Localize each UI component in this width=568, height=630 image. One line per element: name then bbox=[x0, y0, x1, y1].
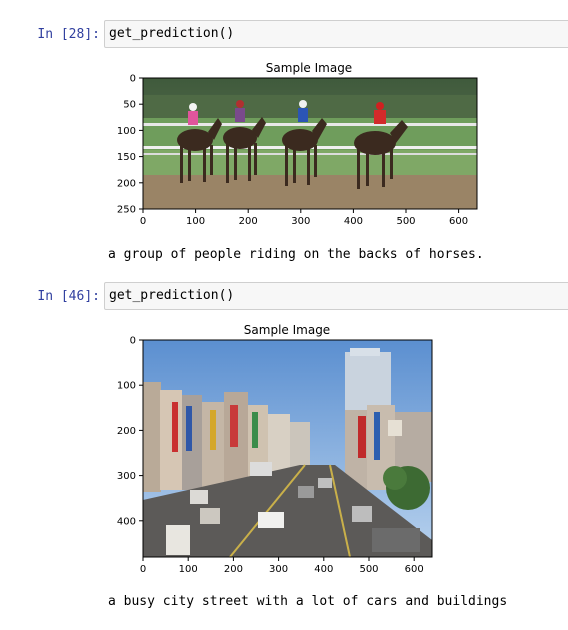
figure-2-xtick-label: 300 bbox=[269, 564, 288, 575]
figure-1-ytick-label: 150 bbox=[117, 152, 136, 163]
figure-1-xtick-label: 300 bbox=[291, 216, 310, 227]
figure-2-xtick-label: 200 bbox=[224, 564, 243, 575]
figure-1-xtick-label: 200 bbox=[239, 216, 258, 227]
figure-2-xtick-label: 400 bbox=[314, 564, 333, 575]
figure-1-xtick-label: 400 bbox=[344, 216, 363, 227]
figure-2-xtick-label: 0 bbox=[140, 564, 146, 575]
figure-2-ytick-label: 300 bbox=[117, 471, 136, 482]
figure-1-xtick-label: 500 bbox=[396, 216, 415, 227]
figure-1-y-ticks bbox=[139, 77, 143, 210]
figure-2-ytick-label: 100 bbox=[117, 381, 136, 392]
figure-2-image bbox=[143, 340, 432, 558]
figure-1-ytick-label: 0 bbox=[130, 74, 136, 85]
figure-1-ytick-label: 250 bbox=[117, 205, 136, 216]
figure-1-ytick-label: 200 bbox=[117, 178, 136, 189]
figure-1-ytick-label: 50 bbox=[123, 100, 136, 111]
figure-1-xtick-label: 0 bbox=[140, 216, 146, 227]
figure-1-title: Sample Image bbox=[266, 61, 352, 75]
figure-1-ytick-label: 100 bbox=[117, 126, 136, 137]
figures-canvas: Sample Image 0 100 200 300 400 500 600 0… bbox=[117, 61, 478, 575]
figure-2-xtick-label: 100 bbox=[179, 564, 198, 575]
figure-2-title: Sample Image bbox=[244, 323, 330, 337]
figure-1-x-ticks bbox=[142, 209, 460, 213]
figure-1-xtick-label: 600 bbox=[449, 216, 468, 227]
figure-2-ytick-label: 200 bbox=[117, 426, 136, 437]
figure-2-xtick-label: 500 bbox=[359, 564, 378, 575]
figure-2-ytick-label: 400 bbox=[117, 516, 136, 527]
figure-2-y-ticks bbox=[139, 339, 143, 522]
figure-1-image bbox=[143, 78, 477, 209]
figure-2-ytick-label: 0 bbox=[130, 336, 136, 347]
figure-2-xtick-label: 600 bbox=[405, 564, 424, 575]
figure-2-x-ticks bbox=[142, 557, 415, 561]
figure-1-xtick-label: 100 bbox=[186, 216, 205, 227]
